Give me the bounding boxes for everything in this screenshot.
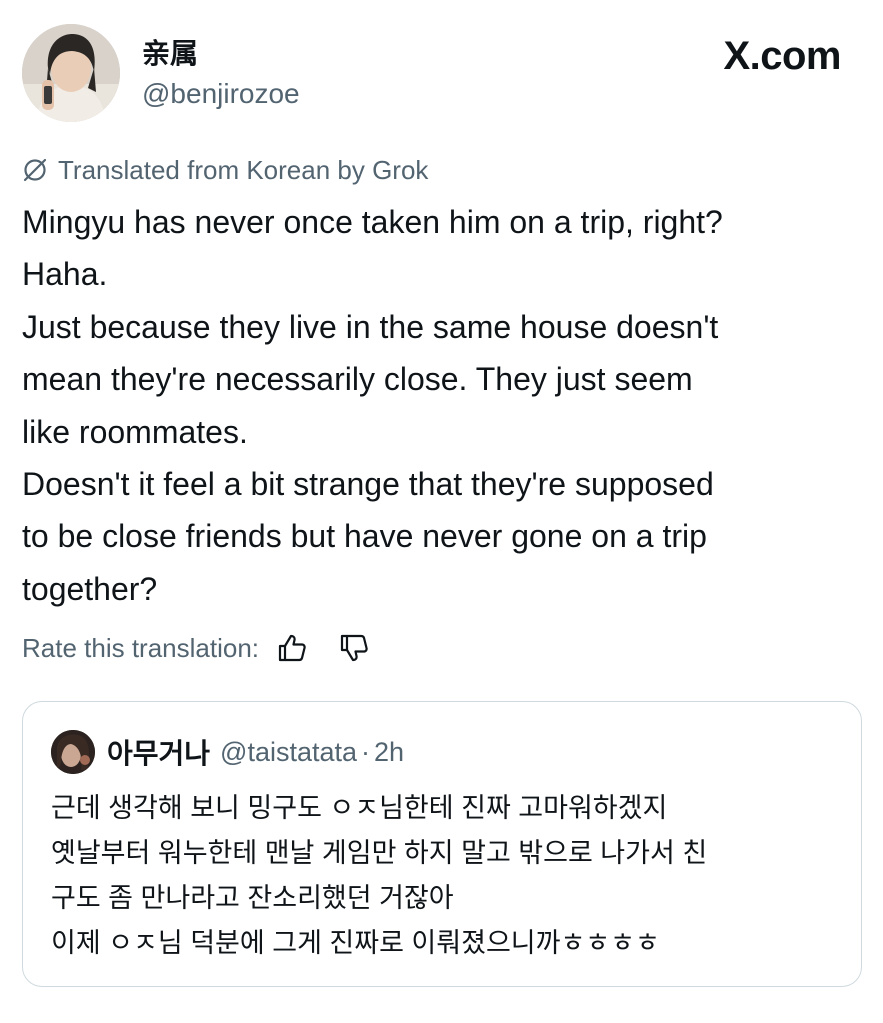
- quoted-tweet-text: 근데 생각해 보니 밍구도 ㅇㅈ님한테 진짜 고마워하겠지 옛날부터 워누한테 …: [51, 786, 841, 966]
- quoted-author-avatar[interactable]: [51, 730, 95, 774]
- author-avatar[interactable]: [22, 24, 120, 122]
- quoted-author-handle[interactable]: @taistatata: [220, 737, 357, 768]
- quoted-text-line: 옛날부터 워누한테 맨날 게임만 하지 말고 밖으로 나가서 친: [51, 838, 708, 868]
- tweet-text-line: together?: [22, 570, 158, 607]
- quoted-text-line: 구도 좀 만나라고 잔소리했던 거잖아: [51, 883, 454, 913]
- translation-label: Translated from Korean by Grok: [58, 154, 429, 185]
- tweet-text-line: mean they're necessarily close. They jus…: [22, 361, 693, 398]
- thumbs-down-button[interactable]: [337, 631, 371, 665]
- thumbs-down-icon: [340, 634, 368, 662]
- site-logo: X.com: [723, 34, 841, 78]
- quoted-text-line: 이제 ㅇㅈ님 덕분에 그게 진짜로 이뤄졌으니까ㅎㅎㅎㅎ: [51, 928, 660, 958]
- translation-notice: Translated from Korean by Grok: [22, 152, 428, 188]
- thumbs-up-button[interactable]: [275, 631, 309, 665]
- grok-icon: [22, 157, 48, 183]
- tweet-text-line: Haha.: [22, 256, 108, 293]
- rate-translation-label: Rate this translation:: [22, 632, 260, 663]
- author-display-name[interactable]: 亲属: [142, 38, 198, 70]
- rate-translation-row: Rate this translation:: [22, 628, 371, 668]
- tweet-text-line: Mingyu has never once taken him on a tri…: [22, 204, 723, 240]
- quoted-tweet-header: 아무거나 @taistatata · 2h: [51, 728, 404, 776]
- quoted-author-name[interactable]: 아무거나: [107, 732, 210, 772]
- author-handle[interactable]: @benjirozoe: [142, 78, 300, 110]
- thumbs-up-icon: [278, 634, 306, 662]
- tweet-text-line: to be close friends but have never gone …: [22, 518, 707, 555]
- tweet-text: Mingyu has never once taken him on a tri…: [22, 196, 872, 615]
- quoted-text-line: 근데 생각해 보니 밍구도 ㅇㅈ님한테 진짜 고마워하겠지: [51, 793, 668, 823]
- quoted-tweet-card[interactable]: 아무거나 @taistatata · 2h 근데 생각해 보니 밍구도 ㅇㅈ님한…: [22, 701, 862, 987]
- tweet-text-line: like roommates.: [22, 413, 248, 450]
- tweet-text-line: Doesn't it feel a bit strange that they'…: [22, 466, 714, 503]
- quoted-separator: ·: [361, 736, 371, 767]
- tweet-text-line: Just because they live in the same house…: [22, 308, 719, 345]
- quoted-timestamp[interactable]: 2h: [374, 737, 404, 768]
